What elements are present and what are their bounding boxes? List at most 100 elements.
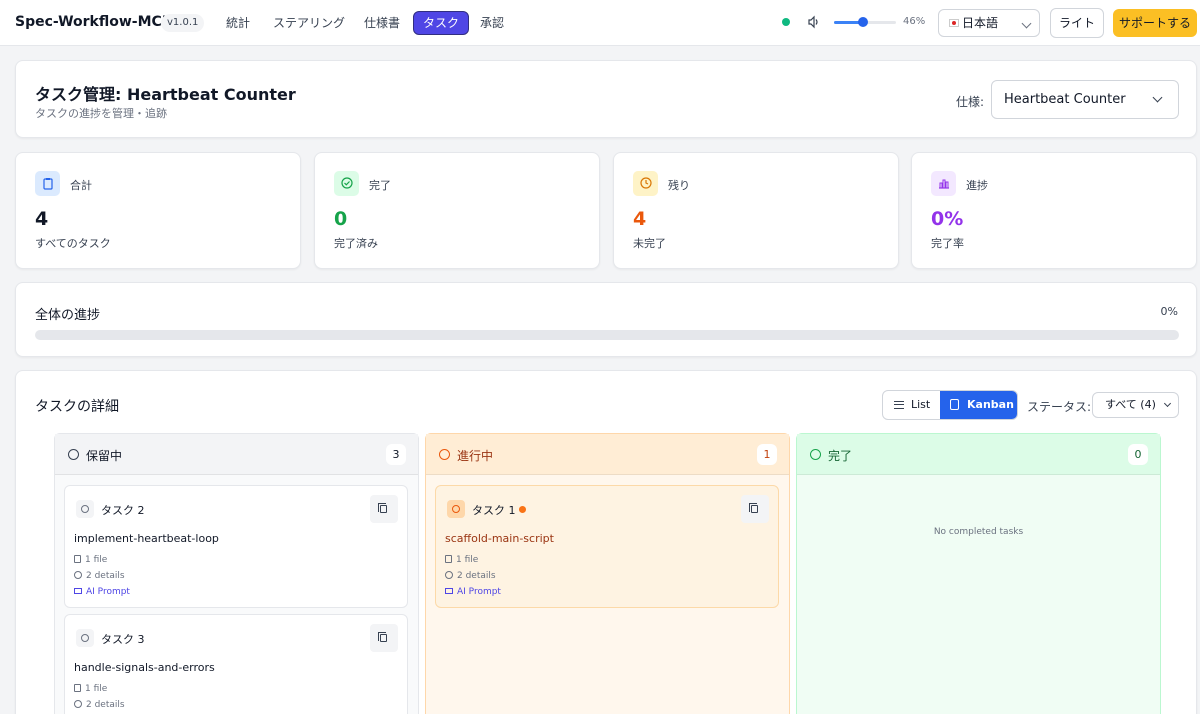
clock-icon (633, 171, 658, 196)
clock-icon (76, 629, 94, 647)
ai-prompt-label: AI Prompt (86, 587, 130, 597)
copy-icon[interactable] (370, 624, 398, 652)
nav-tasks[interactable]: タスク (413, 11, 470, 35)
kanban-view-label: Kanban (967, 398, 1014, 411)
volume-slider-thumb[interactable] (857, 17, 868, 27)
column-count: 0 (1128, 444, 1148, 465)
task-files: 1 file (74, 684, 107, 694)
active-indicator-icon (519, 506, 526, 513)
progress-title: 全体の進捗 (35, 308, 101, 323)
status-filter-select[interactable]: すべて (4) (1092, 392, 1179, 418)
task-files: 1 file (74, 555, 107, 565)
clipboard-icon (35, 171, 60, 196)
task-card[interactable]: タスク 3 handle-signals-and-errors 1 file 2… (64, 614, 408, 714)
nav-approvals[interactable]: 承認 (471, 11, 513, 35)
connection-status-icon (782, 18, 790, 26)
chevron-down-icon (1163, 399, 1172, 408)
task-details: 2 details (445, 571, 496, 581)
task-details-card: タスクの詳細 List Kanban ステータス: すべて (4) 保留中 3 … (15, 370, 1197, 714)
progress-percent: 0% (1160, 305, 1178, 318)
task-files-label: 1 file (85, 684, 108, 694)
stat-value: 4 (35, 208, 49, 230)
gear-icon (74, 571, 82, 579)
stat-description: 完了済み (334, 237, 378, 250)
ai-prompt-link[interactable]: AI Prompt (445, 587, 501, 597)
clock-icon (76, 500, 94, 518)
monitor-icon (445, 588, 453, 594)
clock-icon (439, 449, 450, 460)
chevron-down-icon (1021, 18, 1032, 29)
task-files-label: 1 file (456, 555, 479, 565)
app-brand[interactable]: Spec-Workflow-MCP (15, 14, 172, 30)
clock-icon (447, 500, 465, 518)
task-title: タスク 3 (101, 633, 145, 646)
task-title: タスク 1 (472, 504, 516, 517)
support-button[interactable]: サポートする (1113, 9, 1197, 37)
stat-description: 未完了 (633, 237, 666, 250)
stat-label: 完了 (369, 179, 391, 192)
task-name: scaffold-main-script (445, 532, 554, 545)
page-header-card: タスク管理: Heartbeat Counter タスクの進捗を管理・追跡 仕様… (15, 60, 1197, 138)
monitor-icon (74, 588, 82, 594)
check-circle-icon (810, 449, 821, 460)
stat-card-completed: 完了 0 完了済み (314, 152, 600, 269)
stat-value: 0% (931, 208, 964, 230)
spec-select[interactable]: Heartbeat Counter (991, 80, 1179, 119)
copy-icon[interactable] (741, 495, 769, 523)
task-details: 2 details (74, 571, 125, 581)
task-card[interactable]: タスク 2 implement-heartbeat-loop 1 file 2 … (64, 485, 408, 608)
stat-label: 合計 (70, 179, 92, 192)
task-details-label: 2 details (86, 700, 125, 710)
list-view-button[interactable]: List (883, 391, 940, 419)
empty-state: No completed tasks (933, 527, 1024, 537)
ai-prompt-link[interactable]: AI Prompt (74, 587, 130, 597)
language-select[interactable]: 日本語 (938, 9, 1040, 37)
spec-select-value: Heartbeat Counter (1004, 92, 1126, 107)
nav-specs[interactable]: 仕様書 (355, 11, 409, 35)
column-title: 完了 (828, 449, 853, 463)
kanban-column-in-progress: 進行中 1 タスク 1 scaffold-main-script 1 file … (425, 433, 790, 714)
stat-card-total: 合計 4 すべてのタスク (15, 152, 301, 269)
page-title: タスク管理: Heartbeat Counter (35, 85, 296, 104)
nav-stats[interactable]: 統計 (217, 11, 259, 35)
progress-bar (35, 330, 1179, 340)
column-title: 保留中 (86, 449, 123, 463)
task-details: 2 details (74, 700, 125, 710)
chart-icon (931, 171, 956, 196)
section-title: タスクの詳細 (35, 399, 119, 415)
view-toggle: List Kanban (882, 390, 1018, 420)
list-icon (894, 401, 904, 409)
task-name: handle-signals-and-errors (74, 661, 215, 674)
kanban-view-button[interactable]: Kanban (940, 391, 1017, 419)
overall-progress-card: 全体の進捗 0% (15, 282, 1197, 357)
version-badge: v1.0.1 (161, 14, 205, 32)
list-view-label: List (911, 398, 931, 411)
stat-description: すべてのタスク (35, 237, 111, 250)
theme-toggle-button[interactable]: ライト (1050, 8, 1104, 38)
stat-card-remaining: 残り 4 未完了 (613, 152, 899, 269)
kanban-column-pending: 保留中 3 タスク 2 implement-heartbeat-loop 1 f… (54, 433, 419, 714)
volume-icon[interactable] (807, 15, 821, 29)
copy-icon[interactable] (370, 495, 398, 523)
gear-icon (74, 700, 82, 708)
spec-label: 仕様: (956, 95, 985, 109)
file-icon (445, 555, 452, 563)
column-count: 1 (757, 444, 777, 465)
column-header: 保留中 3 (55, 434, 418, 475)
volume-percent: 46% (903, 16, 926, 27)
nav-steering[interactable]: ステアリング (264, 11, 354, 35)
language-value: 日本語 (962, 16, 999, 30)
status-filter-label: ステータス: (1027, 400, 1092, 414)
page-subtitle: タスクの進捗を管理・追跡 (35, 107, 167, 120)
gear-icon (445, 571, 453, 579)
file-icon (74, 555, 81, 563)
top-bar: Spec-Workflow-MCP v1.0.1 統計 ステアリング 仕様書 タ… (0, 0, 1200, 46)
stat-label: 残り (668, 179, 690, 192)
task-details-label: 2 details (457, 571, 496, 581)
chevron-down-icon (1152, 92, 1163, 103)
stat-value: 4 (633, 208, 647, 230)
file-icon (74, 684, 81, 692)
task-details-label: 2 details (86, 571, 125, 581)
task-card[interactable]: タスク 1 scaffold-main-script 1 file 2 deta… (435, 485, 779, 608)
stat-description: 完了率 (931, 237, 964, 250)
